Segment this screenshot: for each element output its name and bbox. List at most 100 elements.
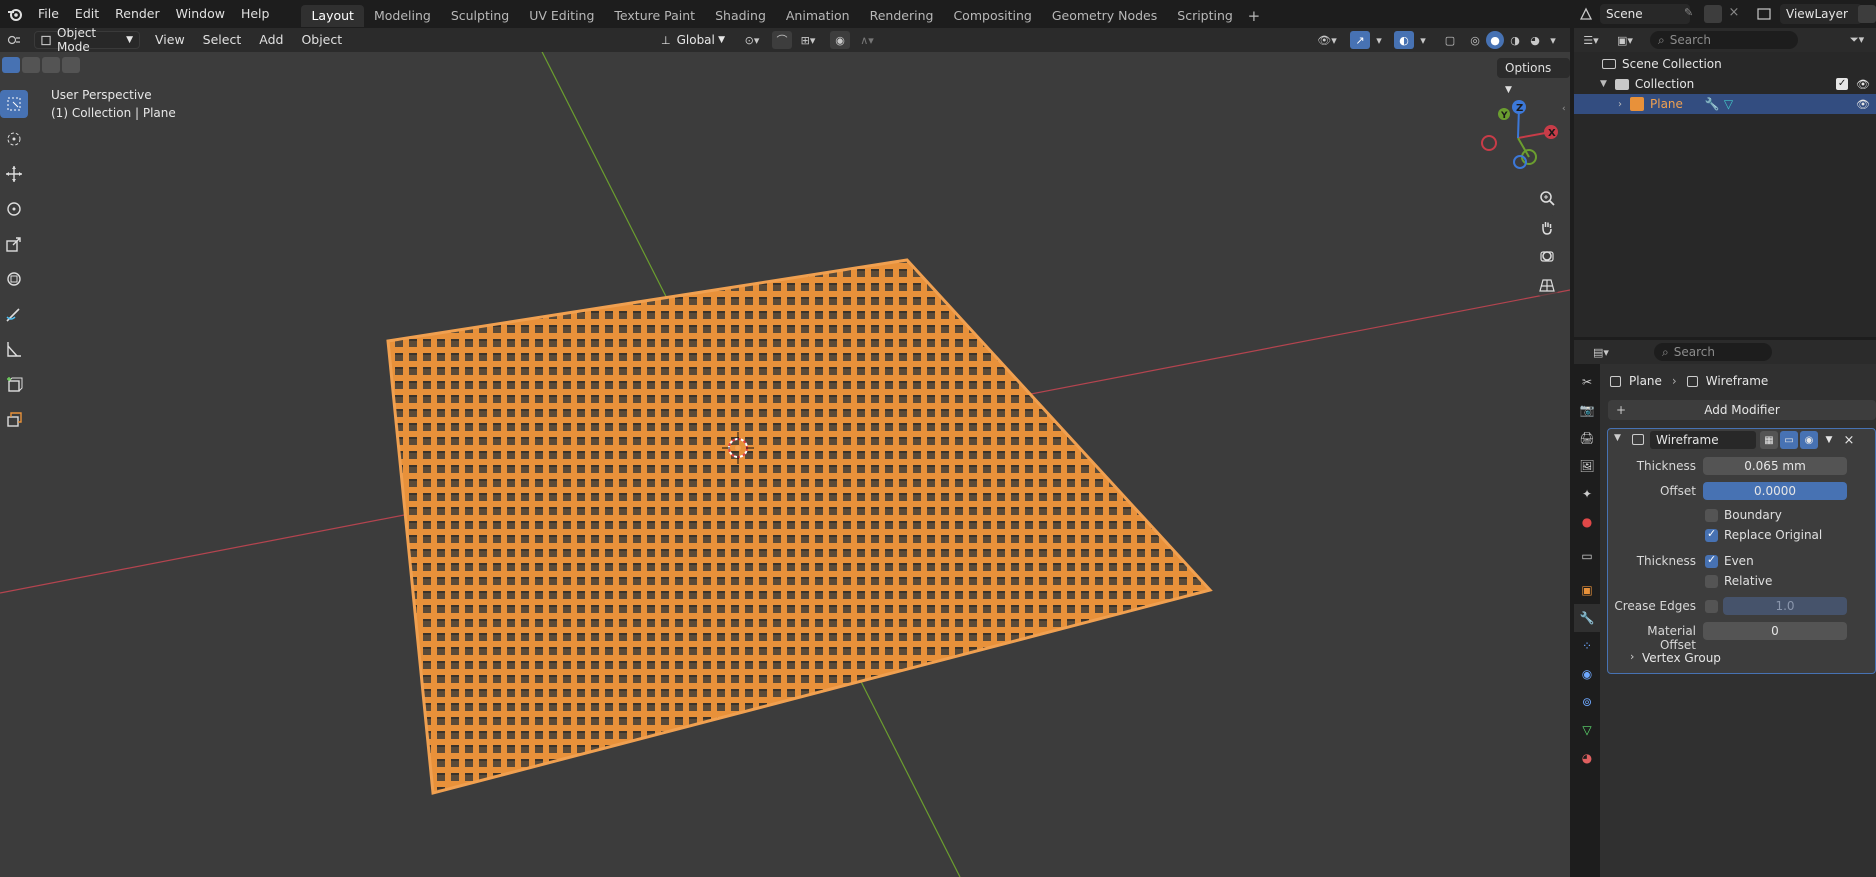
pivot-point-icon[interactable]: ⊙▾ (738, 31, 766, 49)
cursor-tool-icon[interactable] (0, 125, 28, 153)
new-view-layer-icon[interactable] (1858, 5, 1876, 23)
viewport-menu-add[interactable]: Add (250, 28, 292, 52)
mesh-data-icon[interactable]: ▽ (1724, 97, 1733, 111)
scene-collection-row[interactable]: Scene Collection (1574, 54, 1876, 74)
viewport-display-toggle-icon[interactable]: ▭ (1780, 431, 1798, 449)
annotate-tool-icon[interactable] (0, 300, 28, 328)
outliner-editor-type-icon[interactable]: ☰▾ (1576, 31, 1606, 49)
collection-exclude-checkbox[interactable]: ✓ (1836, 78, 1849, 90)
tab-geometry-nodes[interactable]: Geometry Nodes (1042, 5, 1167, 27)
gizmo-neg-x-axis[interactable] (1481, 135, 1497, 151)
crease-weight-field[interactable]: 1.0 (1723, 597, 1847, 615)
edit-mode-toggle-icon[interactable]: ▦ (1760, 431, 1778, 449)
zoom-icon[interactable] (1534, 185, 1560, 211)
tool-tab-icon[interactable]: ✂ (1574, 368, 1600, 396)
collection-row[interactable]: ▼ Collection ✓ 👁 (1574, 74, 1876, 94)
offset-field[interactable]: 0.0000 (1703, 482, 1847, 500)
add-cube-tool-icon[interactable] (0, 370, 28, 398)
transform-orientation-dropdown[interactable]: ⊥ Global ▼ (655, 31, 731, 49)
tab-sculpting[interactable]: Sculpting (441, 5, 519, 27)
transform-tool-icon[interactable] (0, 265, 28, 293)
snap-target-icon[interactable]: ⊞▾ (794, 31, 822, 49)
tab-layout[interactable]: Layout (301, 4, 364, 27)
scene-selector[interactable]: Scene (1600, 4, 1690, 24)
chevron-down-icon[interactable]: ▼ (1600, 79, 1607, 89)
remove-modifier-icon[interactable]: × (1840, 431, 1858, 449)
render-toggle-icon[interactable]: ◉ (1800, 431, 1818, 449)
overlays-toggle-icon[interactable]: ◐ (1394, 31, 1414, 49)
properties-search-input[interactable]: ⌕ Search (1654, 343, 1772, 361)
tab-compositing[interactable]: Compositing (943, 5, 1041, 27)
menu-edit[interactable]: Edit (67, 0, 107, 28)
perspective-toggle-icon[interactable] (1534, 272, 1560, 298)
shading-dropdown-icon[interactable]: ▾ (1546, 31, 1560, 49)
chevron-right-icon[interactable]: › (1618, 99, 1622, 110)
delete-scene-icon[interactable]: × (1726, 5, 1742, 23)
options-dropdown[interactable]: Options ▼ (1497, 58, 1570, 95)
physics-tab-icon[interactable]: ◉ (1574, 660, 1600, 688)
select-box-tool-icon[interactable] (0, 90, 28, 118)
gizmo-dropdown-icon[interactable]: ▾ (1372, 31, 1386, 49)
tab-animation[interactable]: Animation (776, 5, 860, 27)
vertex-group-subpanel-header[interactable]: › Vertex Group (1608, 645, 1875, 671)
view-layer-icon[interactable] (1750, 4, 1778, 24)
gizmo-toggle-icon[interactable]: ↗ (1350, 31, 1370, 49)
chevron-down-icon[interactable]: ▼ (1614, 433, 1621, 443)
menu-help[interactable]: Help (233, 0, 278, 28)
select-mode-subtract-icon[interactable] (42, 57, 60, 73)
wireframe-plane[interactable] (386, 258, 1213, 795)
tab-uv-editing[interactable]: UV Editing (519, 5, 604, 27)
transform-gizmo-tool-icon[interactable] (0, 405, 28, 433)
outliner-search-input[interactable]: ⌕ Search (1650, 31, 1798, 49)
add-modifier-button[interactable]: + Add Modifier (1608, 400, 1876, 420)
editor-type-icon[interactable] (0, 31, 28, 49)
view-layer-tab-icon[interactable]: 🖼 (1574, 452, 1600, 480)
viewport-menu-select[interactable]: Select (194, 28, 251, 52)
add-workspace-icon[interactable]: + (1243, 5, 1265, 27)
output-tab-icon[interactable]: 🖨 (1574, 424, 1600, 452)
replace-original-checkbox[interactable]: ✓ (1705, 527, 1718, 542)
plane-row[interactable]: › Plane 🔧 ▽ 👁 (1574, 94, 1876, 114)
proportional-edit-icon[interactable]: ◉ (830, 31, 850, 49)
menu-window[interactable]: Window (168, 0, 233, 28)
select-mode-extend-icon[interactable] (22, 57, 40, 73)
overlays-dropdown-icon[interactable]: ▾ (1416, 31, 1430, 49)
modifier-name-field[interactable]: Wireframe (1650, 431, 1756, 449)
particles-tab-icon[interactable]: ⁘ (1574, 632, 1600, 660)
tab-rendering[interactable]: Rendering (860, 5, 944, 27)
visibility-icon[interactable]: 👁▾ (1312, 31, 1342, 49)
tab-scripting[interactable]: Scripting (1167, 5, 1243, 27)
properties-editor-type-icon[interactable]: ▤▾ (1586, 343, 1616, 361)
pan-hand-icon[interactable] (1534, 214, 1560, 240)
even-checkbox[interactable]: ✓ (1705, 553, 1718, 568)
proportional-falloff-icon[interactable]: ∧▾ (852, 31, 882, 49)
object-tab-icon[interactable]: ▣ (1574, 576, 1600, 604)
menu-file[interactable]: File (30, 0, 67, 28)
mode-dropdown[interactable]: Object Mode ▼ (34, 28, 140, 54)
collection-tab-icon[interactable]: ▭ (1574, 542, 1600, 570)
navigation-gizmo[interactable]: X Z Y (1478, 96, 1558, 176)
material-tab-icon[interactable]: ◕ (1574, 744, 1600, 772)
menu-render[interactable]: Render (107, 0, 168, 28)
scene-type-icon[interactable] (1574, 4, 1598, 24)
rotate-tool-icon[interactable] (0, 195, 28, 223)
material-offset-field[interactable]: 0 (1703, 622, 1847, 640)
camera-view-icon[interactable] (1534, 243, 1560, 269)
xray-toggle-icon[interactable]: ▢ (1440, 31, 1460, 49)
select-mode-new-icon[interactable] (2, 57, 20, 73)
pin-scene-icon[interactable]: ✎ (1684, 6, 1700, 22)
relative-checkbox[interactable] (1705, 575, 1718, 588)
plane-visibility-icon[interactable]: 👁 (1856, 98, 1870, 111)
shading-solid-icon[interactable]: ● (1486, 31, 1504, 49)
thickness-field[interactable]: 0.065 mm (1703, 457, 1847, 475)
3d-viewport[interactable]: Object Mode ▼ View Select Add Object ⊥ G… (0, 28, 1570, 877)
snap-icon[interactable]: ⌒ (772, 31, 792, 49)
viewport-menu-object[interactable]: Object (292, 28, 351, 52)
blender-logo-icon[interactable] (4, 3, 26, 25)
shading-rendered-icon[interactable]: ◕ (1526, 31, 1544, 49)
shading-wireframe-icon[interactable]: ◎ (1466, 31, 1484, 49)
tab-modeling[interactable]: Modeling (364, 5, 441, 27)
tab-texture-paint[interactable]: Texture Paint (604, 5, 705, 27)
world-tab-icon[interactable]: ● (1574, 508, 1600, 536)
data-tab-icon[interactable]: ▽ (1574, 716, 1600, 744)
